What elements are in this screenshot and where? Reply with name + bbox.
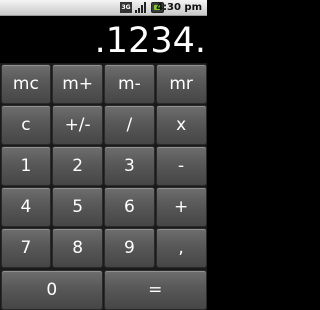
- key-label: 7: [20, 238, 32, 259]
- key-label: 6: [123, 197, 135, 218]
- digit-0-button[interactable]: 0: [0, 269, 103, 310]
- digit-2-button[interactable]: 2: [52, 145, 103, 187]
- key-label: mr: [169, 73, 193, 94]
- digit-8-button[interactable]: 8: [52, 228, 103, 269]
- key-label: 4: [20, 197, 32, 218]
- calculator-display: .1234.: [0, 16, 207, 63]
- key-label: 0: [46, 279, 58, 300]
- key-label: mc: [12, 73, 39, 94]
- key-label: +/-: [64, 114, 91, 135]
- key-label: m-: [118, 73, 141, 94]
- signal-strength-icon: [135, 2, 146, 13]
- key-label: =: [148, 279, 163, 300]
- add-button[interactable]: +: [155, 187, 207, 228]
- digit-6-button[interactable]: 6: [104, 187, 155, 228]
- memory-clear-button[interactable]: mc: [0, 63, 52, 104]
- key-label: 9: [123, 238, 135, 259]
- memory-add-button[interactable]: m+: [52, 63, 103, 104]
- key-label: ,: [178, 238, 184, 259]
- key-label: 2: [72, 155, 84, 176]
- digit-4-button[interactable]: 4: [0, 187, 52, 228]
- key-label: +: [174, 197, 189, 218]
- multiply-button[interactable]: x: [155, 104, 207, 145]
- comma-button[interactable]: ,: [155, 228, 207, 269]
- key-label: c: [21, 114, 31, 135]
- key-label: 5: [72, 197, 84, 218]
- status-time: 4:30 pm: [156, 2, 202, 13]
- key-label: m+: [62, 73, 94, 94]
- memory-recall-button[interactable]: mr: [155, 63, 207, 104]
- status-bar: 3G 4:30 pm: [0, 0, 207, 16]
- digit-1-button[interactable]: 1: [0, 145, 52, 187]
- clear-button[interactable]: c: [0, 104, 52, 145]
- key-label: x: [176, 114, 187, 135]
- digit-9-button[interactable]: 9: [104, 228, 155, 269]
- display-value: .1234.: [94, 21, 206, 61]
- digit-5-button[interactable]: 5: [52, 187, 103, 228]
- key-label: 3: [123, 155, 135, 176]
- key-label: 1: [20, 155, 32, 176]
- calculator-keypad: mc m+ m-mr c +/- / x 1 2 3 - 4 5 6 +7 8 9, 0 =: [0, 63, 207, 310]
- memory-subtract-button[interactable]: m-: [104, 63, 155, 104]
- key-label: 8: [72, 238, 84, 259]
- equals-button[interactable]: =: [104, 269, 207, 310]
- key-label: -: [178, 155, 185, 176]
- digit-7-button[interactable]: 7: [0, 228, 52, 269]
- sign-toggle-button[interactable]: +/-: [52, 104, 103, 145]
- digit-3-button[interactable]: 3: [104, 145, 155, 187]
- network-3g-icon: 3G: [120, 2, 132, 13]
- subtract-button[interactable]: -: [155, 145, 207, 187]
- divide-button[interactable]: /: [104, 104, 155, 145]
- key-label: /: [126, 114, 133, 135]
